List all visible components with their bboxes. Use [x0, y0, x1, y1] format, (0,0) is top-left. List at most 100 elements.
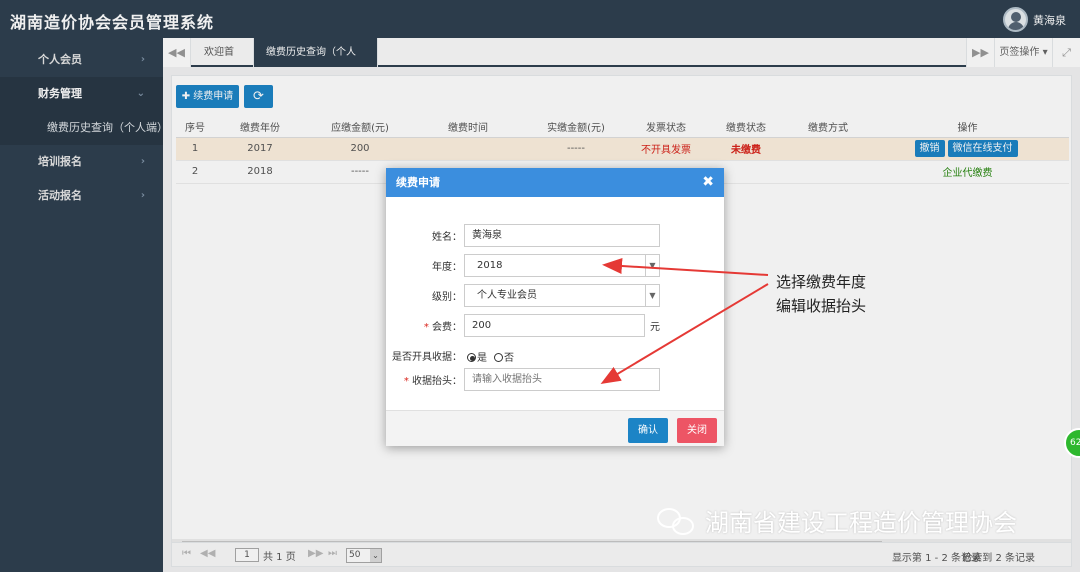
- cell-invoice-status: 不开具发票: [630, 137, 702, 161]
- last-page-icon[interactable]: ⏭: [328, 548, 337, 559]
- level-value: 个人专业会员: [477, 290, 537, 301]
- form-row-name: 姓名： 黄海泉: [386, 224, 724, 247]
- sidebar-item-personal-member[interactable]: 个人会员 ›: [0, 43, 163, 77]
- chevron-down-icon: ⌄: [370, 549, 381, 562]
- column-header[interactable]: 发票状态: [630, 117, 702, 138]
- tab-bar: ◀◀ 欢迎首页 缴费历史查询（个人端）✖ ▶▶ 页签操作 ▾ ⤢: [163, 38, 1080, 87]
- level-label: 级别：: [432, 292, 462, 303]
- level-select[interactable]: 个人专业会员 ▼: [464, 284, 660, 307]
- fee-label: * 会费：: [424, 318, 462, 333]
- tab-scroll-right-icon[interactable]: ▶▶: [966, 38, 994, 67]
- wechat-pay-button[interactable]: 微信在线支付: [947, 140, 1018, 157]
- tab-operations-dropdown[interactable]: 页签操作 ▾: [994, 38, 1052, 67]
- cell-time: [414, 137, 522, 161]
- column-header[interactable]: 缴费时间: [414, 117, 522, 138]
- wechat-logo-icon: [655, 504, 697, 538]
- year-label: 年度：: [432, 262, 462, 273]
- annotation-text: 选择缴费年度 编辑收据抬头: [776, 270, 866, 318]
- cell-method: [790, 160, 866, 184]
- receipt-yes-radio[interactable]: 是: [467, 349, 487, 364]
- page-size-select[interactable]: 50 ⌄: [346, 548, 382, 563]
- page-number-input[interactable]: 1: [235, 548, 259, 562]
- watermark: 湖南省建设工程造价管理协会: [655, 503, 1017, 538]
- sidebar-item-label: 培训报名: [38, 155, 82, 168]
- sidebar-item-payment-history[interactable]: 缴费历史查询（个人端）: [0, 111, 168, 145]
- cell-year: 2018: [214, 160, 306, 184]
- chevron-right-icon: ›: [140, 190, 145, 201]
- refresh-icon[interactable]: ⟳: [244, 85, 273, 108]
- record-count: 检索到 2 条记录: [962, 553, 1035, 564]
- sidebar-item-finance[interactable]: 财务管理 ⌄: [0, 77, 163, 111]
- form-row-level: 级别： 个人专业会员 ▼: [386, 284, 724, 307]
- receipt-header-label: * 收据抬头：: [404, 372, 462, 387]
- column-header[interactable]: 缴费方式: [790, 117, 866, 138]
- form-row-receipt: 是否开具收据： 是 否: [386, 344, 724, 367]
- name-field[interactable]: 黄海泉: [464, 224, 660, 247]
- name-label: 姓名：: [432, 232, 462, 243]
- form-row-year: 年度： 2018 ▼: [386, 254, 724, 277]
- chevron-down-icon: ▼: [645, 285, 659, 306]
- dialog-footer: 确认 关闭: [386, 410, 724, 446]
- close-icon[interactable]: ✖: [702, 168, 714, 197]
- fullscreen-icon[interactable]: ⤢: [1052, 38, 1080, 67]
- fee-label-text: 会费：: [432, 322, 462, 333]
- app-title: 湖南造价协会会员管理系统: [10, 13, 215, 32]
- header-label-text: 收据抬头：: [412, 376, 462, 387]
- required-mark: *: [403, 376, 409, 387]
- tab-welcome[interactable]: 欢迎首页: [192, 38, 254, 87]
- column-header[interactable]: 缴费状态: [702, 117, 790, 138]
- cell-no: 1: [176, 137, 214, 161]
- sidebar-item-label: 个人会员: [38, 53, 82, 66]
- radio-label: 是: [477, 353, 487, 364]
- cell-actions: 撤销 微信在线支付: [866, 137, 1069, 161]
- year-value: 2018: [477, 260, 503, 271]
- cell-no: 2: [176, 160, 214, 184]
- form-row-fee: * 会费： 200 元: [386, 314, 724, 337]
- pagination-bar: ⏮ ◀◀ 1 共 1 页 ▶▶ ⏭ 50 ⌄ 显示第 1 - 2 条记录 检索到 …: [172, 542, 1071, 566]
- next-page-icon[interactable]: ▶▶: [308, 548, 323, 559]
- renew-dialog: 续费申请 ✖ 姓名： 黄海泉 年度： 2018 ▼ 级别： 个人专业会员 ▼ * 会…: [386, 168, 724, 446]
- revoke-button[interactable]: 撤销: [914, 140, 945, 157]
- dialog-header: 续费申请 ✖: [386, 168, 724, 197]
- column-header[interactable]: 操作: [866, 117, 1069, 138]
- table-row[interactable]: 1 2017 200 ----- 不开具发票 未缴费 撤销 微信在线支付: [176, 137, 1069, 161]
- sidebar-item-label: 缴费历史查询（个人端）: [47, 121, 168, 134]
- receipt-label: 是否开具收据：: [392, 352, 462, 363]
- cell-paid: -----: [522, 137, 630, 161]
- cell-method: [790, 137, 866, 161]
- fee-field[interactable]: 200: [464, 314, 645, 337]
- radio-label: 否: [504, 353, 514, 364]
- renew-button[interactable]: ✚ 续费申请: [176, 85, 239, 108]
- top-bar: 湖南造价协会会员管理系统 黄海泉: [0, 0, 1080, 38]
- fee-unit: 元: [650, 322, 660, 333]
- sidebar-item-label: 活动报名: [38, 189, 82, 202]
- first-page-icon[interactable]: ⏮: [182, 548, 191, 559]
- user-name[interactable]: 黄海泉: [1033, 12, 1066, 28]
- radio-checked-icon: [467, 353, 476, 362]
- confirm-button[interactable]: 确认: [628, 418, 668, 443]
- sidebar-item-activity[interactable]: 活动报名 ›: [0, 179, 163, 213]
- tab-payment-history[interactable]: 缴费历史查询（个人端）✖: [254, 38, 378, 87]
- user-menu[interactable]: 黄海泉: [1003, 7, 1066, 32]
- prev-page-icon[interactable]: ◀◀: [200, 548, 215, 559]
- required-mark: *: [423, 322, 429, 333]
- receipt-header-input[interactable]: [464, 368, 660, 391]
- cell-actions: 企业代缴费: [866, 160, 1069, 184]
- cell-year: 2017: [214, 137, 306, 161]
- tab-scroll-left-icon[interactable]: ◀◀: [163, 38, 191, 67]
- year-select[interactable]: 2018 ▼: [464, 254, 660, 277]
- form-row-receipt-header: * 收据抬头：: [386, 368, 724, 391]
- column-header[interactable]: 实缴金额(元): [522, 117, 630, 138]
- total-pages: 共 1 页: [263, 552, 296, 563]
- column-header[interactable]: 序号: [176, 117, 214, 138]
- receipt-no-radio[interactable]: 否: [494, 349, 514, 364]
- column-header[interactable]: 缴费年份: [214, 117, 306, 138]
- chevron-right-icon: ›: [140, 156, 145, 167]
- sidebar-item-training[interactable]: 培训报名 ›: [0, 145, 163, 179]
- avatar[interactable]: [1003, 7, 1028, 32]
- close-button[interactable]: 关闭: [677, 418, 717, 443]
- column-header[interactable]: 应缴金额(元): [306, 117, 414, 138]
- chevron-down-icon: ▼: [645, 255, 659, 276]
- sidebar: 个人会员 › 财务管理 ⌄ 缴费历史查询（个人端） 培训报名 › 活动报名 ›: [0, 38, 168, 572]
- page-size-value: 50: [349, 550, 361, 560]
